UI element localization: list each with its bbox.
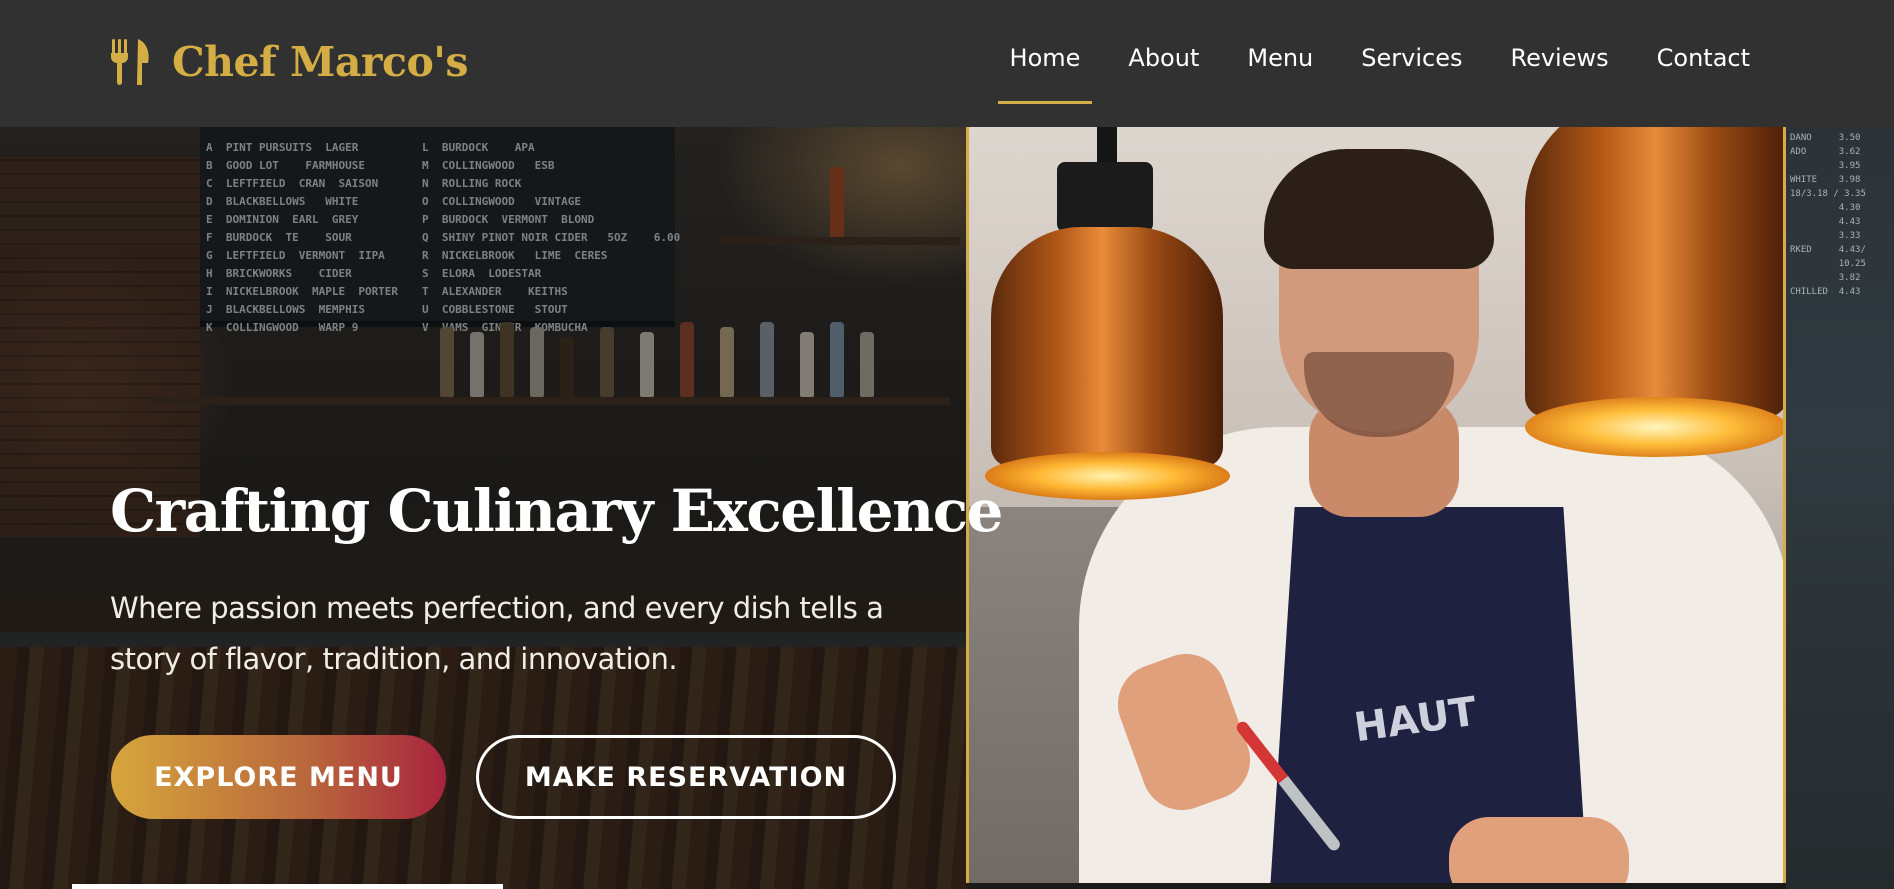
nav-reviews[interactable]: Reviews: [1498, 36, 1620, 80]
chef-hand-right: [1449, 817, 1629, 883]
hero-title: Crafting Culinary Excellence: [110, 477, 1003, 545]
bar-background-image-right: DANO 3.50 ADO 3.62 3.95 WHITE 3.98 18/3.…: [1786, 127, 1894, 889]
explore-menu-button[interactable]: EXPLORE MENU: [111, 735, 446, 819]
nav-contact[interactable]: Contact: [1645, 36, 1762, 80]
lamp-glow-right: [1525, 397, 1783, 457]
nav-home[interactable]: Home: [997, 36, 1093, 104]
hero-section: A PINT PURSUITS LAGER B GOOD LOT FARMHOU…: [0, 127, 1894, 889]
nav-menu[interactable]: Menu: [1235, 36, 1325, 80]
logo[interactable]: Chef Marco's: [110, 34, 468, 90]
site-header: Chef Marco's Home About Menu Services Re…: [0, 0, 1894, 127]
chef-photo: HAUT: [966, 127, 1786, 883]
main-nav: Home About Menu Services Reviews Contact: [974, 36, 1762, 104]
side-board-text: DANO 3.50 ADO 3.62 3.95 WHITE 3.98 18/3.…: [1790, 133, 1866, 297]
utensils-icon: [111, 39, 149, 85]
nav-services[interactable]: Services: [1349, 36, 1474, 80]
chef-hair: [1264, 149, 1494, 269]
lamp-cord: [1097, 127, 1117, 167]
heat-lamp-left: [991, 227, 1223, 467]
make-reservation-button[interactable]: MAKE RESERVATION: [476, 735, 896, 819]
brand-name: Chef Marco's: [172, 38, 468, 86]
lamp-glow-left: [985, 452, 1230, 500]
lamp-cap: [1057, 162, 1153, 232]
nav-about[interactable]: About: [1116, 36, 1211, 80]
heat-lamp-right: [1525, 127, 1783, 417]
hero-subtitle: Where passion meets perfection, and ever…: [110, 591, 884, 676]
scroll-indicator: [72, 884, 503, 889]
